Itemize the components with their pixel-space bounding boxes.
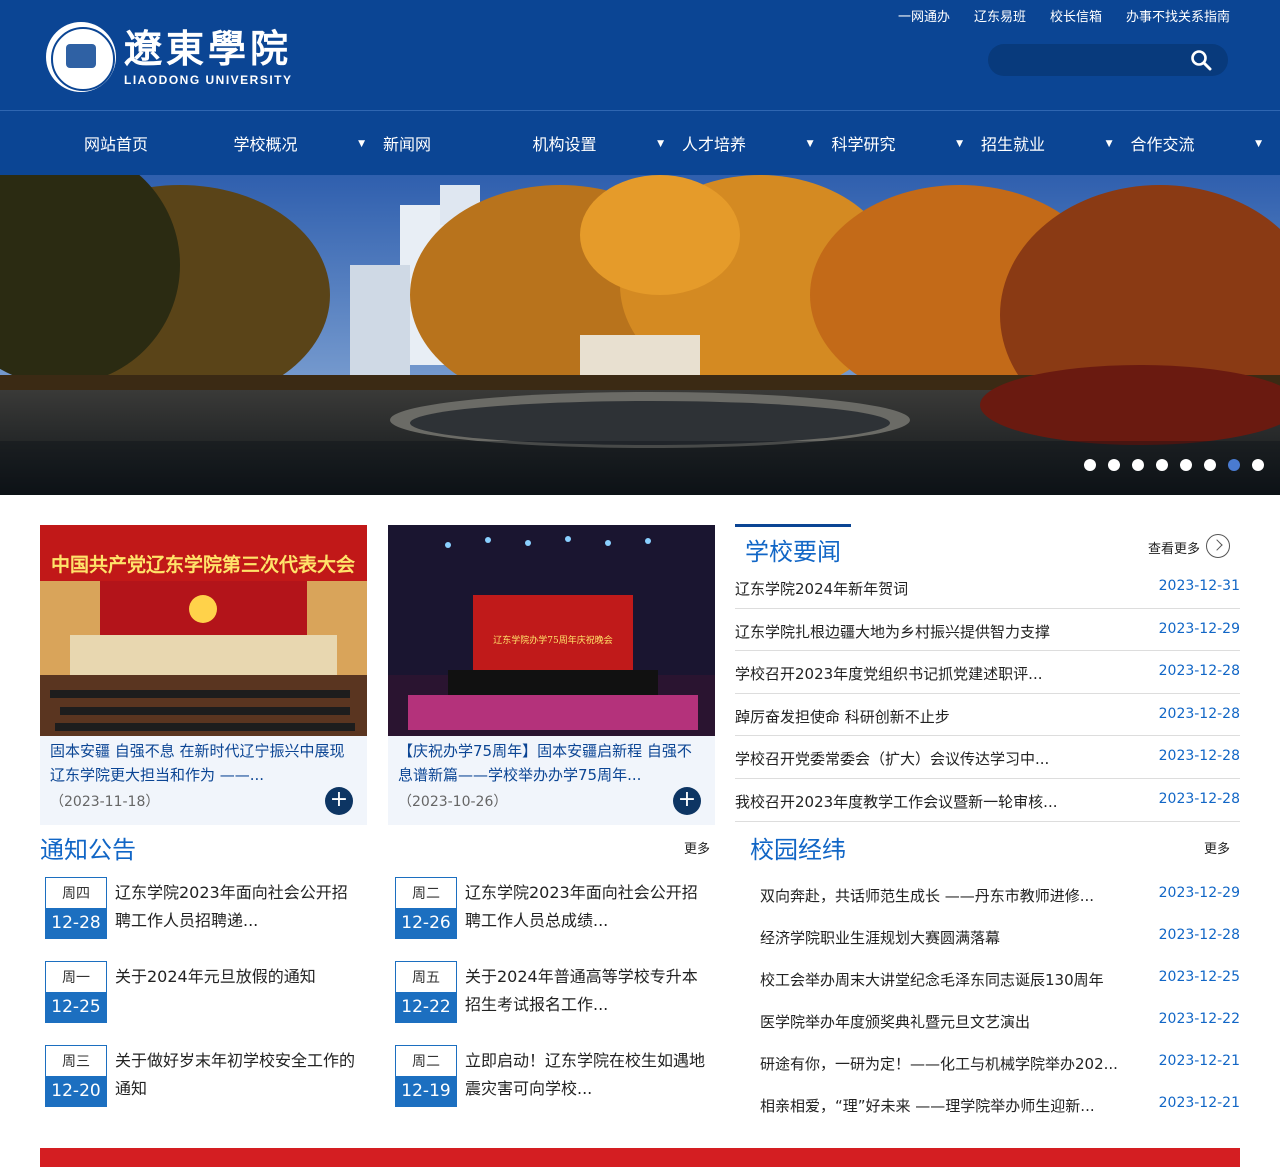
university-seal-icon [46, 22, 116, 92]
top-link-yiban[interactable]: 辽东易班 [974, 6, 1026, 25]
banner-dot-6[interactable] [1204, 459, 1216, 471]
banner-dot-8[interactable] [1252, 459, 1264, 471]
caret-down-icon: ▼ [956, 139, 963, 149]
news-list: 辽东学院2024年新年贺词 2023-12-31 辽东学院扎根边疆大地为乡村振兴提… [735, 566, 1240, 822]
notice-title[interactable]: 关于2024年普通高等学校专升本招生考试报名工作... [465, 963, 709, 1019]
notice-title[interactable]: 立即启动！辽东学院在校生如遇地震灾害可向学校... [465, 1047, 709, 1103]
footer-banner-strip [40, 1148, 1240, 1167]
logo-english-name: LIAODONG UNIVERSITY [124, 73, 293, 87]
notice-item[interactable]: 周二 12-26 辽东学院2023年面向社会公开招聘工作人员总成绩... [395, 877, 715, 939]
card-title[interactable]: 【庆祝办学75周年】固本安疆启新程 自强不息谱新篇——学校举办办学75周年... [398, 739, 705, 787]
site-header: 遼東學院 LIAODONG UNIVERSITY 一网通办 辽东易班 校长信箱 … [0, 0, 1280, 110]
notices-header: 通知公告 更多 [40, 830, 710, 870]
notice-item[interactable]: 周五 12-22 关于2024年普通高等学校专升本招生考试报名工作... [395, 961, 715, 1023]
nav-item-departments[interactable]: 机构设置 ▼ [533, 111, 683, 175]
notice-title[interactable]: 关于2024年元旦放假的通知 [115, 963, 359, 1019]
search-icon[interactable] [1190, 49, 1212, 71]
campus-autumn-photo [0, 175, 1280, 495]
notice-title[interactable]: 辽东学院2023年面向社会公开招聘工作人员总成绩... [465, 879, 709, 935]
list-item[interactable]: 研途有你，一研为定！——化工与机械学院举办202... 2023-12-21 [760, 1041, 1240, 1083]
plus-icon[interactable]: + [673, 787, 701, 815]
card-date: （2023-11-18） [50, 794, 160, 810]
banner-dot-2[interactable] [1108, 459, 1120, 471]
plus-icon[interactable]: + [325, 787, 353, 815]
congress-meeting-photo: 中国共产党辽东学院第三次代表大会 [40, 525, 367, 736]
main-nav: 网站首页 学校概况 ▼ 新闻网 机构设置 ▼ 人才培养 ▼ 科学研究 ▼ 招生就业 ▼ 合… [0, 110, 1280, 175]
top-link-guide[interactable]: 办事不找关系指南 [1126, 6, 1230, 25]
university-logo[interactable]: 遼東學院 LIAODONG UNIVERSITY [46, 22, 293, 92]
notice-date-badge: 周五 12-22 [395, 961, 457, 1023]
card-date: （2023-10-26） [398, 794, 508, 810]
notice-date-badge: 周二 12-26 [395, 877, 457, 939]
featured-card-2[interactable]: 辽东学院办学75周年庆祝晚会 【庆祝办学75周年】固本安疆启新程 自强不息谱新篇… [388, 525, 715, 825]
news-row[interactable]: 辽东学院扎根边疆大地为乡村振兴提供智力支撑 2023-12-29 [735, 609, 1240, 652]
card-image-banner-text: 中国共产党辽东学院第三次代表大会 [51, 553, 355, 576]
notices-more-link[interactable]: 更多 [684, 838, 710, 857]
notice-item[interactable]: 周三 12-20 关于做好岁末年初学校安全工作的通知 [45, 1045, 365, 1107]
news-row[interactable]: 学校召开2023年度党组织书记抓党建述职评... 2023-12-28 [735, 651, 1240, 694]
search-box [988, 44, 1228, 76]
chevron-right-circle-icon[interactable] [1206, 534, 1230, 558]
nav-item-admissions[interactable]: 招生就业 ▼ [981, 111, 1131, 175]
notice-date-badge: 周二 12-19 [395, 1045, 457, 1107]
caret-down-icon: ▼ [657, 139, 664, 149]
nav-item-home[interactable]: 网站首页 [84, 111, 234, 175]
notice-item[interactable]: 周四 12-28 辽东学院2023年面向社会公开招聘工作人员招聘递... [45, 877, 365, 939]
notice-date-badge: 周四 12-28 [45, 877, 107, 939]
caret-down-icon: ▼ [1255, 139, 1262, 149]
notice-date-badge: 周三 12-20 [45, 1045, 107, 1107]
campus-news-list: 双向奔赴，共话师范生成长 ——丹东市教师进修... 2023-12-29 经济学院… [760, 873, 1240, 1125]
featured-card-1[interactable]: 中国共产党辽东学院第三次代表大会 固本安疆 自强不息 在新时代辽宁振兴中展现辽东… [40, 525, 367, 825]
top-links: 一网通办 辽东易班 校长信箱 办事不找关系指南 [898, 6, 1230, 25]
card-title[interactable]: 固本安疆 自强不息 在新时代辽宁振兴中展现辽东学院更大担当和作为 ——... [50, 739, 357, 787]
view-more-link[interactable]: 查看更多 [1148, 538, 1200, 557]
notice-item[interactable]: 周二 12-19 立即启动！辽东学院在校生如遇地震灾害可向学校... [395, 1045, 715, 1107]
nav-item-about[interactable]: 学校概况 ▼ [234, 111, 384, 175]
section-title: 学校要闻 [745, 538, 841, 566]
banner-dot-5[interactable] [1180, 459, 1192, 471]
section-accent-line [735, 524, 851, 527]
hero-banner[interactable] [0, 175, 1280, 495]
caret-down-icon: ▼ [1105, 139, 1113, 149]
list-item[interactable]: 双向奔赴，共话师范生成长 ——丹东市教师进修... 2023-12-29 [760, 873, 1240, 915]
top-link-president-mailbox[interactable]: 校长信箱 [1050, 6, 1102, 25]
list-item[interactable]: 校工会举办周末大讲堂纪念毛泽东同志诞辰130周年 2023-12-25 [760, 957, 1240, 999]
list-item[interactable]: 医学院举办年度颁奖典礼暨元旦文艺演出 2023-12-22 [760, 999, 1240, 1041]
banner-dot-3[interactable] [1132, 459, 1144, 471]
campus-more-link[interactable]: 更多 [1204, 838, 1230, 857]
top-link-one-stop[interactable]: 一网通办 [898, 6, 950, 25]
banner-dot-7[interactable] [1228, 459, 1240, 471]
notice-date-badge: 周一 12-25 [45, 961, 107, 1023]
nav-item-research[interactable]: 科学研究 ▼ [832, 111, 982, 175]
caret-down-icon: ▼ [806, 139, 814, 149]
list-item[interactable]: 经济学院职业生涯规划大赛圆满落幕 2023-12-28 [760, 915, 1240, 957]
section-title: 校园经纬 [750, 836, 846, 864]
section-title: 通知公告 [40, 836, 136, 864]
notice-item[interactable]: 周一 12-25 关于2024年元旦放假的通知 [45, 961, 365, 1023]
notice-title[interactable]: 辽东学院2023年面向社会公开招聘工作人员招聘递... [115, 879, 359, 935]
anniversary-gala-photo: 辽东学院办学75周年庆祝晚会 [388, 525, 715, 736]
news-row[interactable]: 踔厉奋发担使命 科研创新不止步 2023-12-28 [735, 694, 1240, 737]
banner-dot-1[interactable] [1084, 459, 1096, 471]
notice-title[interactable]: 关于做好岁末年初学校安全工作的通知 [115, 1047, 359, 1103]
news-row[interactable]: 我校召开2023年度教学工作会议暨新一轮审核... 2023-12-28 [735, 779, 1240, 822]
caret-down-icon: ▼ [358, 139, 365, 149]
banner-dot-4[interactable] [1156, 459, 1168, 471]
nav-item-cooperation[interactable]: 合作交流 ▼ [1131, 111, 1280, 175]
school-news-section: 学校要闻 查看更多 辽东学院2024年新年贺词 2023-12-31 辽东学院扎根… [735, 522, 1240, 822]
banner-pagination [1084, 459, 1264, 471]
logo-chinese-name: 遼東學院 [124, 26, 293, 71]
news-row[interactable]: 学校召开党委常委会（扩大）会议传达学习中... 2023-12-28 [735, 736, 1240, 779]
news-row[interactable]: 辽东学院2024年新年贺词 2023-12-31 [735, 566, 1240, 609]
campus-header: 校园经纬 更多 [750, 830, 1230, 870]
nav-item-news[interactable]: 新闻网 [383, 111, 533, 175]
card-image-banner-text: 辽东学院办学75周年庆祝晚会 [493, 634, 612, 646]
nav-item-education[interactable]: 人才培养 ▼ [682, 111, 832, 175]
search-input[interactable] [1002, 50, 1182, 70]
list-item[interactable]: 相亲相爱，“理”好未来 ——理学院举办师生迎新... 2023-12-21 [760, 1083, 1240, 1125]
